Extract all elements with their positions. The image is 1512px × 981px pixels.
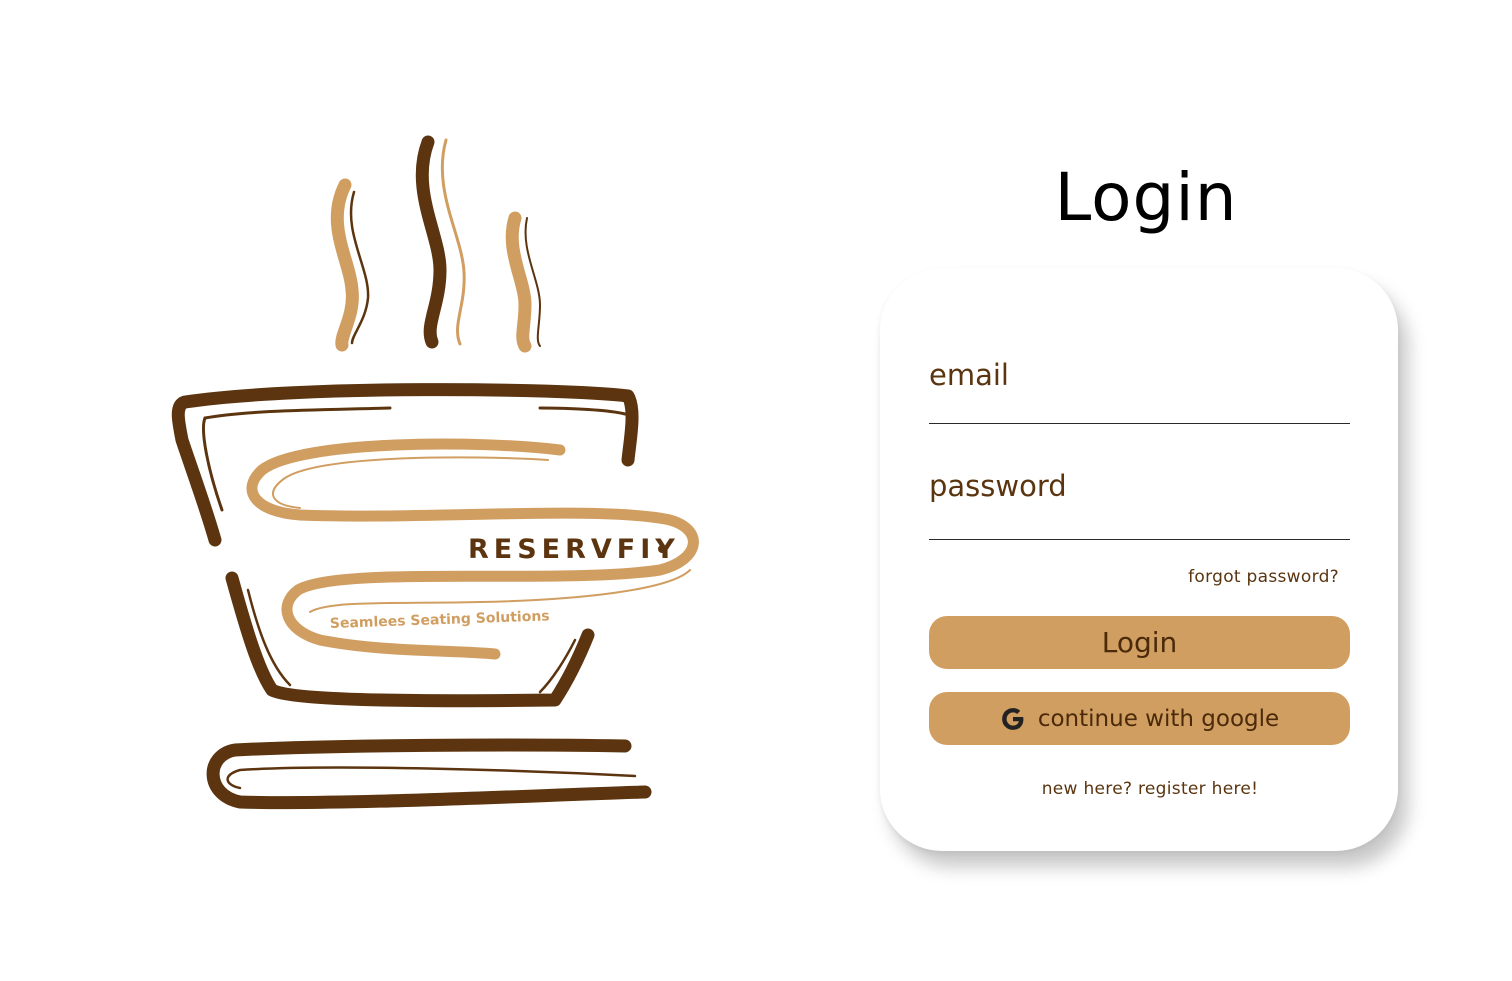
reservfiy-logo: RESERVFIY Seamlees Seating Solutions [160,125,720,825]
login-button[interactable]: Login [929,616,1350,669]
email-input[interactable] [929,353,1350,423]
google-button-label: continue with google [1037,705,1280,732]
google-g-icon [1000,706,1026,732]
email-field-container [929,353,1350,424]
password-field-container [929,463,1350,540]
forgot-password-link[interactable]: forgot password? [1188,567,1339,587]
password-input[interactable] [929,463,1350,539]
login-page: RESERVFIY Seamlees Seating Solutions Log… [0,0,1512,981]
login-card: forgot password? Login continue with goo… [880,268,1398,851]
login-button-label: Login [1101,626,1178,659]
page-title: Login [1054,159,1238,236]
register-link[interactable]: new here? register here! [880,779,1420,799]
brand-name-text: RESERVFIY [468,534,680,565]
google-signin-button[interactable]: continue with google [929,692,1350,745]
brand-tagline-text: Seamlees Seating Solutions [330,608,550,632]
